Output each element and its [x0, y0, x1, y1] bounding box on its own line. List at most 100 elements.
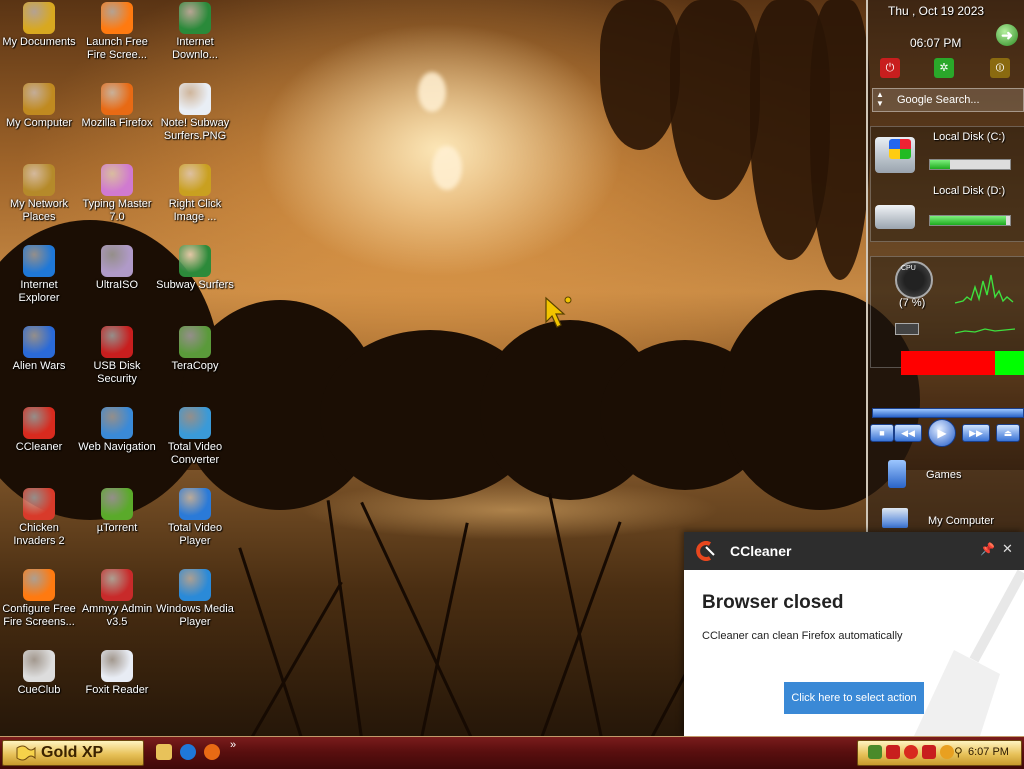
desktop-icon[interactable]: Ammyy Admin v3.5: [78, 569, 156, 629]
search-input[interactable]: Google Search...: [897, 94, 980, 106]
desktop-icon[interactable]: Total Video Player: [156, 488, 234, 548]
desktop-icon[interactable]: Mozilla Firefox: [78, 83, 156, 130]
notification-header: CCleaner 📌 ✕: [684, 532, 1024, 570]
cpu-meter-label: CPU: [901, 265, 916, 272]
tray-search-icon[interactable]: ⚲: [954, 745, 968, 759]
system-tray: ⚲ 6:07 PM: [857, 740, 1022, 766]
desktop-icon[interactable]: Subway Surfers: [156, 245, 234, 292]
desktop-icon-label: Total Video Converter: [167, 441, 223, 466]
desktop-icon[interactable]: Foxit Reader: [78, 650, 156, 697]
disk-gadget: Local Disk (C:) Local Disk (D:): [870, 126, 1024, 242]
rewind-button[interactable]: ◀◀: [894, 424, 922, 442]
pin-icon[interactable]: 📌: [980, 542, 995, 556]
desktop-icon-label: Web Navigation: [78, 441, 156, 453]
desktop-icon[interactable]: Note! Subway Surfers.PNG: [156, 83, 234, 143]
start-button[interactable]: Gold XP: [2, 740, 144, 766]
desktop-icon[interactable]: Configure Free Fire Screens...: [0, 569, 78, 629]
desktop-icon[interactable]: CCleaner: [0, 407, 78, 454]
gear-icon: [179, 164, 211, 196]
notification-heading: Browser closed: [702, 592, 844, 613]
desktop-icon[interactable]: Typing Master 7.0: [78, 164, 156, 224]
desktop-icon[interactable]: TeraCopy: [156, 326, 234, 373]
desktop-icon-label: My Documents: [2, 36, 76, 48]
taskbar: Gold XP » ⚲ 6:07 PM: [0, 736, 1024, 769]
desktop-icon[interactable]: My Computer: [0, 83, 78, 130]
disk-d-usage-bar: [929, 215, 1011, 226]
teracopy-icon: [179, 326, 211, 358]
tray-shield-icon[interactable]: [886, 745, 900, 759]
desktop-icon[interactable]: Alien Wars: [0, 326, 78, 373]
ccleaner-logo-icon: [696, 541, 715, 561]
tray-clock-icon[interactable]: [940, 745, 954, 759]
close-icon[interactable]: ✕: [1002, 541, 1013, 557]
desktop-icon[interactable]: UltraISO: [78, 245, 156, 292]
desktop-icon[interactable]: My Network Places: [0, 164, 78, 224]
desktop-icon[interactable]: Internet Downlo...: [156, 2, 234, 62]
eject-button[interactable]: ⏏: [996, 424, 1020, 442]
image-file-icon: [179, 83, 211, 115]
play-button[interactable]: ▶: [928, 419, 956, 447]
tray-network-icon[interactable]: [868, 745, 882, 759]
desktop-icon[interactable]: µTorrent: [78, 488, 156, 535]
shield-icon: [101, 326, 133, 358]
desktop-icon[interactable]: USB Disk Security: [78, 326, 156, 386]
cpu-graph: [955, 274, 1014, 304]
forward-button[interactable]: ▶▶: [962, 424, 990, 442]
chicken-icon: [23, 488, 55, 520]
network-icon: [23, 164, 55, 196]
quicklaunch-overflow[interactable]: »: [230, 739, 236, 751]
firefox-quicklaunch-icon[interactable]: [204, 744, 220, 760]
desktop-icon-label: Configure Free Fire Screens...: [2, 603, 76, 628]
utorrent-icon: [101, 488, 133, 520]
search-box[interactable]: ▲ ▼ Google Search...: [872, 88, 1024, 112]
my-computer-sidebar-icon[interactable]: [882, 508, 908, 528]
ie-icon: [23, 245, 55, 277]
select-action-button[interactable]: Click here to select action: [784, 682, 924, 714]
desktop-icon-label: Windows Media Player: [156, 603, 234, 628]
desktop-icon-label: CCleaner: [15, 441, 63, 453]
memory-graph: [955, 328, 1015, 334]
restart-icon[interactable]: ✲: [934, 58, 954, 78]
games-shortcut[interactable]: Games: [926, 469, 961, 481]
game-icon: [179, 245, 211, 277]
notification-app-name: CCleaner: [730, 543, 792, 559]
desktop-icon[interactable]: Right Click Image ...: [156, 164, 234, 224]
sidebar-time: 06:07 PM: [910, 36, 962, 50]
stop-button[interactable]: ■: [870, 424, 894, 442]
desktop-icon-label: Typing Master 7.0: [82, 198, 152, 223]
desktop-icon-label: UltraISO: [95, 279, 139, 291]
desktop-icon[interactable]: Total Video Converter: [156, 407, 234, 467]
desktop-icon[interactable]: Windows Media Player: [156, 569, 234, 629]
cpu-percent: (7 %): [899, 297, 926, 309]
tray-clock[interactable]: 6:07 PM: [968, 746, 1009, 758]
folder-documents-icon: [23, 2, 55, 34]
cueclub-icon: [23, 650, 55, 682]
ammyy-icon: [101, 569, 133, 601]
globe-icon: [101, 407, 133, 439]
shutdown-icon[interactable]: ⏻: [880, 58, 900, 78]
disk-c-usage-bar: [929, 159, 1011, 170]
tray-antivirus-icon[interactable]: [922, 745, 936, 759]
desktop-icon-label: Foxit Reader: [85, 684, 149, 696]
my-computer-shortcut[interactable]: My Computer: [928, 515, 994, 527]
disc-icon: [101, 245, 133, 277]
desktop-icon[interactable]: Launch Free Fire Scree...: [78, 2, 156, 62]
cpu-gadget: CPU (7 %): [870, 256, 1024, 375]
show-desktop-icon[interactable]: [156, 744, 172, 760]
media-progress-bar[interactable]: [872, 408, 1024, 418]
desktop-icon[interactable]: Web Navigation: [78, 407, 156, 454]
desktop-icon-label: Internet Downlo...: [172, 36, 218, 61]
desktop-icon[interactable]: My Documents: [0, 2, 78, 49]
desktop-icon[interactable]: Chicken Invaders 2: [0, 488, 78, 548]
tray-ccleaner-icon[interactable]: [904, 745, 918, 759]
desktop-icon-label: My Network Places: [9, 198, 69, 223]
desktop-icon[interactable]: Internet Explorer: [0, 245, 78, 305]
desktop-icon[interactable]: CueClub: [0, 650, 78, 697]
download-globe-icon: [179, 2, 211, 34]
logoff-icon[interactable]: ⏼: [990, 58, 1010, 78]
arrow-next-icon[interactable]: ➜: [996, 24, 1018, 46]
games-folder-icon[interactable]: [888, 460, 906, 488]
ie-quicklaunch-icon[interactable]: [180, 744, 196, 760]
firefox-icon: [101, 83, 133, 115]
notification-body: Browser closed CCleaner can clean Firefo…: [684, 570, 1024, 736]
